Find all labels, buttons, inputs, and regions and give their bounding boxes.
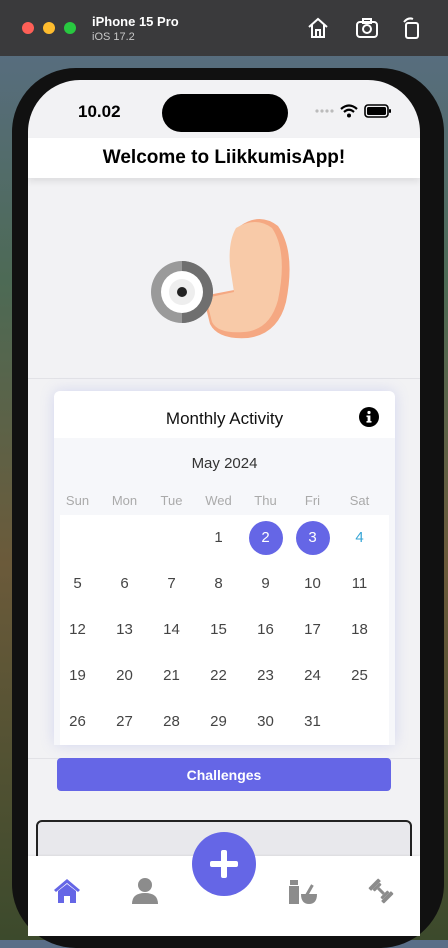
calendar-day[interactable]: 13: [108, 613, 142, 647]
calendar-day[interactable]: 7: [155, 567, 189, 601]
calendar-day[interactable]: 31: [296, 705, 330, 739]
info-icon[interactable]: [359, 407, 379, 427]
screenshot-icon[interactable]: [355, 16, 379, 40]
calendar-day[interactable]: 25: [343, 659, 377, 693]
close-window-button[interactable]: [22, 22, 34, 34]
calendar-day[interactable]: 1: [202, 521, 236, 555]
calendar-day[interactable]: 14: [155, 613, 189, 647]
calendar-day[interactable]: 3: [295, 521, 330, 555]
app-screen: 10.02 Welcome to LiikkumisApp! Monthly A…: [28, 80, 420, 936]
calendar-day[interactable]: 18: [343, 613, 377, 647]
challenges-button[interactable]: Challenges: [57, 758, 391, 791]
weekday-label: Fri: [304, 493, 321, 508]
weekday-label: Wed: [205, 493, 232, 508]
calendar-day-grid: 1 2 3 4 5 6 7 8 9 10 11 12 13 14 15 16 17 18 19 20 21 22 23 24 2…: [60, 515, 389, 745]
calendar-day[interactable]: 29: [202, 705, 236, 739]
window-controls: [22, 22, 76, 34]
signal-icon: [315, 109, 334, 113]
os-version: iOS 17.2: [92, 31, 135, 43]
calendar: May 2024 Sun Mon Tue Wed Thu Fri Sat 123456789…: [54, 438, 395, 745]
card-title: Monthly Activity: [165, 409, 284, 428]
calendar-day[interactable]: 20: [108, 659, 142, 693]
device-name: iPhone 15 Pro: [92, 14, 179, 29]
section-divider: [28, 378, 420, 379]
add-button[interactable]: [192, 832, 256, 896]
status-time: 10.02: [78, 102, 121, 121]
calendar-day[interactable]: 21: [155, 659, 189, 693]
calendar-day[interactable]: 30: [249, 705, 283, 739]
battery-icon: [364, 104, 391, 118]
profile-icon[interactable]: [130, 876, 160, 906]
dumbbell-icon[interactable]: [366, 876, 396, 906]
calendar-day[interactable]: 9: [249, 567, 283, 601]
calendar-day[interactable]: 4: [343, 521, 377, 555]
calendar-day[interactable]: 28: [155, 705, 189, 739]
calendar-day[interactable]: 12: [61, 613, 95, 647]
weekday-label: Sun: [65, 493, 90, 508]
calendar-day[interactable]: 16: [249, 613, 283, 647]
calendar-day[interactable]: 10: [296, 567, 330, 601]
zoom-window-button[interactable]: [64, 22, 76, 34]
add-icon: [210, 850, 238, 878]
calendar-month-label: May 2024: [191, 455, 258, 472]
rotate-icon[interactable]: [400, 16, 424, 40]
calendar-day[interactable]: 22: [202, 659, 236, 693]
supplements-icon[interactable]: [287, 876, 317, 906]
weekday-label: Tue: [160, 493, 183, 508]
calendar-day[interactable]: 11: [343, 567, 377, 601]
flexed-arm-dumbbell-icon: [151, 219, 290, 339]
weekday-label: Mon: [111, 493, 138, 508]
calendar-day[interactable]: 19: [61, 659, 95, 693]
calendar-day[interactable]: 24: [296, 659, 330, 693]
calendar-day[interactable]: 17: [296, 613, 330, 647]
calendar-day[interactable]: 23: [249, 659, 283, 693]
minimize-window-button[interactable]: [43, 22, 55, 34]
weekday-label: Sat: [349, 493, 370, 508]
calendar-day[interactable]: 5: [61, 567, 95, 601]
weekday-label: Thu: [254, 493, 277, 508]
page-title: Welcome to LiikkumisApp!: [28, 138, 420, 178]
calendar-day[interactable]: 26: [61, 705, 95, 739]
monthly-activity-card: Monthly Activity May 2024 Sun Mon Tue Wed Th…: [54, 391, 395, 745]
dynamic-island: [162, 94, 288, 132]
calendar-day[interactable]: 15: [202, 613, 236, 647]
calendar-day[interactable]: 8: [202, 567, 236, 601]
wifi-icon: [340, 104, 358, 118]
simulator-toolbar: iPhone 15 Pro iOS 17.2: [0, 0, 448, 56]
home-button-icon[interactable]: [306, 16, 330, 40]
calendar-day[interactable]: 2: [248, 521, 283, 555]
status-icons: [314, 104, 392, 118]
calendar-day[interactable]: 6: [108, 567, 142, 601]
calendar-day[interactable]: 27: [108, 705, 142, 739]
home-icon[interactable]: [52, 876, 82, 906]
